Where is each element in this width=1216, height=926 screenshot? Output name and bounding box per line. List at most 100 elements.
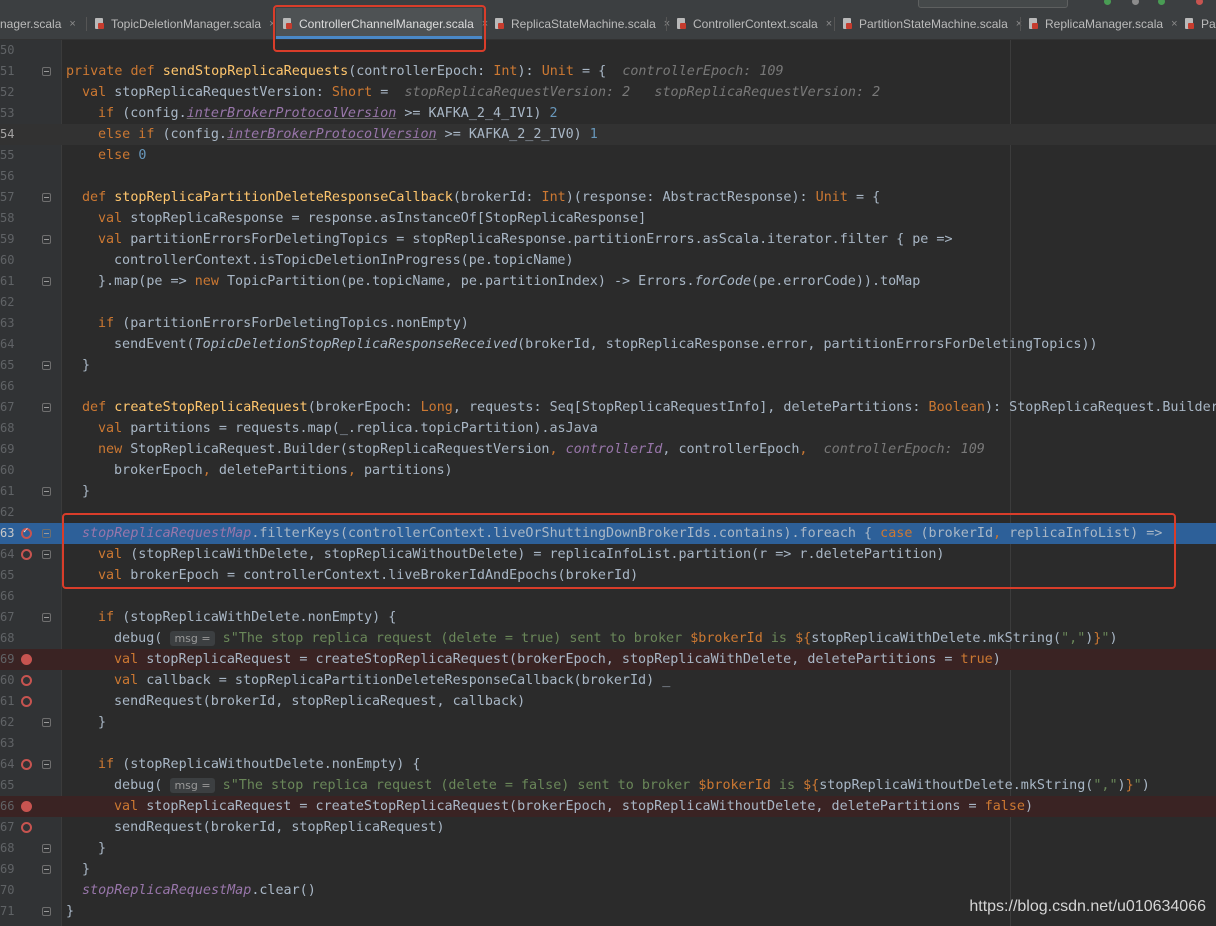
code-line[interactable]: 60 controllerContext.isTopicDeletionInPr…: [0, 250, 1216, 271]
debug-icon[interactable]: [1132, 0, 1139, 5]
code-line[interactable]: 68 debug( msg = s"The stop replica reque…: [0, 628, 1216, 649]
close-icon[interactable]: ×: [1016, 18, 1022, 30]
disabled-breakpoint-icon[interactable]: [21, 696, 32, 707]
code-line[interactable]: 50: [0, 40, 1216, 61]
scala-file-icon: [282, 17, 293, 30]
tab-replica-manager[interactable]: ReplicaManager.scala ×: [1028, 8, 1178, 39]
run-icon[interactable]: [1104, 0, 1111, 5]
code-line[interactable]: 67 if (stopReplicaWithDelete.nonEmpty) {: [0, 607, 1216, 628]
stop-icon[interactable]: [1196, 0, 1203, 5]
verified-breakpoint-icon[interactable]: [21, 526, 32, 539]
tab-topic-deletion-manager[interactable]: TopicDeletionManager.scala ×: [94, 8, 276, 39]
code-line[interactable]: 61 }: [0, 481, 1216, 502]
close-icon[interactable]: ×: [1171, 18, 1177, 30]
code-line[interactable]: 53 if (config.interBrokerProtocolVersion…: [0, 103, 1216, 124]
breakpoint-icon[interactable]: [21, 654, 32, 665]
fold-icon[interactable]: [42, 235, 51, 244]
fold-icon[interactable]: [42, 403, 51, 412]
tab-label: ControllerChannelManager.scala: [299, 16, 474, 31]
fold-icon[interactable]: [42, 550, 51, 559]
tab-controller-channel-manager[interactable]: ControllerChannelManager.scala ×: [276, 8, 488, 39]
disabled-breakpoint-icon[interactable]: [21, 549, 32, 560]
parameter-hint: msg =: [170, 631, 215, 646]
disabled-breakpoint-icon[interactable]: [21, 675, 32, 686]
fold-icon[interactable]: [42, 277, 51, 286]
code-line[interactable]: 64 if (stopReplicaWithoutDelete.nonEmpty…: [0, 754, 1216, 775]
code-line[interactable]: 67 sendRequest(brokerId, stopReplicaRequ…: [0, 817, 1216, 838]
code-line[interactable]: 64 sendEvent(TopicDeletionStopReplicaRes…: [0, 334, 1216, 355]
code-line-breakpoint[interactable]: 66 val stopReplicaRequest = createStopRe…: [0, 796, 1216, 817]
fold-icon[interactable]: [42, 529, 51, 538]
code-line[interactable]: 65 debug( msg = s"The stop replica reque…: [0, 775, 1216, 796]
line-number: 55: [0, 148, 15, 162]
fold-icon[interactable]: [42, 193, 51, 202]
code-line[interactable]: 68 }: [0, 838, 1216, 859]
search-everywhere-field[interactable]: [918, 0, 1068, 8]
code-line[interactable]: 67 def createStopReplicaRequest(brokerEp…: [0, 397, 1216, 418]
line-number: 68: [0, 841, 15, 855]
code-line[interactable]: 68 val partitions = requests.map(_.repli…: [0, 418, 1216, 439]
fold-icon[interactable]: [42, 613, 51, 622]
fold-icon[interactable]: [42, 760, 51, 769]
code-line[interactable]: 62: [0, 502, 1216, 523]
code-line[interactable]: 64 val (stopReplicaWithDelete, stopRepli…: [0, 544, 1216, 565]
fold-icon[interactable]: [42, 865, 51, 874]
code-line[interactable]: 65 val brokerEpoch = controllerContext.l…: [0, 565, 1216, 586]
close-icon[interactable]: ×: [69, 18, 75, 30]
fold-icon[interactable]: [42, 907, 51, 916]
inline-debug-value: stopReplicaRequestVersion: 2: [404, 85, 631, 100]
code-line[interactable]: 56: [0, 166, 1216, 187]
code-line-current[interactable]: 54 else if (config.interBrokerProtocolVe…: [0, 124, 1216, 145]
code-line[interactable]: 57 def stopReplicaPartitionDeleteRespons…: [0, 187, 1216, 208]
code-line[interactable]: 62 }: [0, 712, 1216, 733]
fold-icon[interactable]: [42, 844, 51, 853]
code-line[interactable]: 51 private def sendStopReplicaRequests(c…: [0, 61, 1216, 82]
editor-tab-bar: nager.scala × TopicDeletionManager.scala…: [0, 8, 1216, 40]
coverage-icon[interactable]: [1158, 0, 1165, 5]
code-line[interactable]: 58 val stopReplicaResponse = response.as…: [0, 208, 1216, 229]
fold-icon[interactable]: [42, 67, 51, 76]
tab-label: TopicDeletionManager.scala: [111, 16, 262, 31]
line-number: 63: [0, 526, 15, 540]
active-tab-indicator: [276, 36, 482, 39]
tab-replica-state-machine[interactable]: ReplicaStateMachine.scala ×: [494, 8, 670, 39]
code-line[interactable]: 60 val callback = stopReplicaPartitionDe…: [0, 670, 1216, 691]
tab-partition-state-machine[interactable]: PartitionStateMachine.scala ×: [842, 8, 1022, 39]
code-line[interactable]: 62: [0, 292, 1216, 313]
line-number: 66: [0, 799, 15, 813]
line-number: 62: [0, 295, 15, 309]
line-number: 68: [0, 631, 15, 645]
code-line[interactable]: 60 brokerEpoch, deletePartitions, partit…: [0, 460, 1216, 481]
inline-debug-value: controllerEpoch: 109: [622, 64, 784, 79]
fold-icon[interactable]: [42, 487, 51, 496]
line-number: 61: [0, 274, 15, 288]
code-line[interactable]: 63: [0, 733, 1216, 754]
code-line[interactable]: 52 val stopReplicaRequestVersion: Short …: [0, 82, 1216, 103]
line-number: 50: [0, 43, 15, 57]
fold-icon[interactable]: [42, 361, 51, 370]
close-icon[interactable]: ×: [826, 18, 832, 30]
code-line[interactable]: 69 }: [0, 859, 1216, 880]
tab-partition-overflow[interactable]: Par: [1184, 8, 1216, 39]
code-line[interactable]: 66: [0, 586, 1216, 607]
fold-icon[interactable]: [42, 718, 51, 727]
code-line[interactable]: 55 else 0: [0, 145, 1216, 166]
code-line-execution-point[interactable]: 63 stopReplicaRequestMap.filterKeys(cont…: [0, 523, 1216, 544]
inline-debug-value: controllerEpoch: 109: [823, 442, 985, 457]
code-line[interactable]: 69 new StopReplicaRequest.Builder(stopRe…: [0, 439, 1216, 460]
close-icon[interactable]: ×: [269, 18, 275, 30]
code-line[interactable]: 66: [0, 376, 1216, 397]
code-line[interactable]: 59 val partitionErrorsForDeletingTopics …: [0, 229, 1216, 250]
breakpoint-icon[interactable]: [21, 801, 32, 812]
disabled-breakpoint-icon[interactable]: [21, 759, 32, 770]
code-line[interactable]: 61 sendRequest(brokerId, stopReplicaRequ…: [0, 691, 1216, 712]
code-line[interactable]: 63 if (partitionErrorsForDeletingTopics.…: [0, 313, 1216, 334]
code-line[interactable]: 61 }.map(pe => new TopicPartition(pe.top…: [0, 271, 1216, 292]
line-number: 65: [0, 778, 15, 792]
tab-controller-context[interactable]: ControllerContext.scala ×: [676, 8, 832, 39]
disabled-breakpoint-icon[interactable]: [21, 822, 32, 833]
code-line-breakpoint[interactable]: 69 val stopReplicaRequest = createStopRe…: [0, 649, 1216, 670]
code-line[interactable]: 65 }: [0, 355, 1216, 376]
close-icon[interactable]: ×: [482, 18, 488, 30]
tab-nager[interactable]: nager.scala ×: [0, 8, 84, 39]
